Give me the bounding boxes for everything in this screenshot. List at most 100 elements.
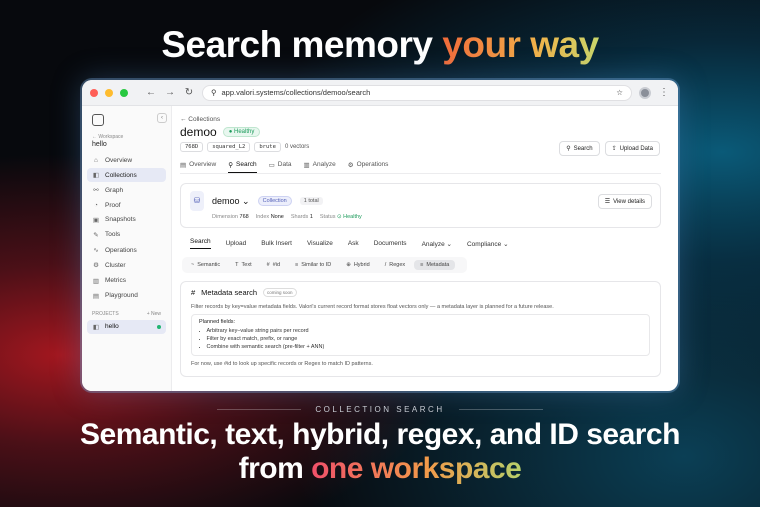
playground-icon: ▤: [92, 292, 100, 300]
sidebar-item-label: Playground: [105, 292, 138, 300]
browser-menu-icon[interactable]: ⋮: [658, 87, 670, 98]
tab-data[interactable]: ▭ Data: [269, 158, 292, 173]
sidebar-item-operations[interactable]: ∿ Operations: [87, 243, 166, 257]
semantic-icon: ~: [191, 262, 195, 268]
project-name: hello: [105, 323, 119, 331]
browser-window: ← → ↻ ⚲ app.valori.systems/collections/d…: [82, 80, 678, 391]
mode-regex[interactable]: / Regex: [379, 260, 411, 270]
tab-search[interactable]: ⚲ Search: [228, 158, 257, 173]
browser-chrome: ← → ↻ ⚲ app.valori.systems/collections/d…: [82, 80, 678, 106]
collection-card-header: ⛁ demoo ⌄ Collection 1 total: [190, 191, 651, 211]
breadcrumb[interactable]: ← Collections: [180, 116, 661, 123]
maximize-window-button[interactable]: [120, 88, 128, 97]
mode-label: Text: [241, 262, 252, 268]
mode-semantic[interactable]: ~ Semantic: [185, 260, 226, 270]
chevron-down-icon: ⌄: [503, 240, 509, 248]
tagline-line1: Semantic, text, hybrid, regex, and ID se…: [80, 418, 680, 451]
meta-value: None: [270, 214, 284, 220]
subtab-label: Analyze: [421, 240, 445, 248]
text-icon: T: [235, 262, 239, 268]
metadata-icon: ≡: [420, 262, 424, 268]
profile-avatar[interactable]: [639, 86, 651, 99]
sidebar-item-label: Proof: [105, 201, 121, 209]
mode-metadata[interactable]: ≡ Metadata: [414, 260, 456, 270]
meta-shards: Shards 1: [291, 214, 313, 220]
sidebar-item-cluster[interactable]: ⚙ Cluster: [87, 258, 166, 272]
minimize-window-button[interactable]: [105, 88, 113, 97]
sidebar: ‹ ← Workspace hello ⌂ Overview ◧ Collectio…: [82, 106, 172, 391]
metadata-title: Metadata search: [201, 288, 258, 297]
mode-text[interactable]: T Text: [229, 260, 257, 270]
sidebar-item-overview[interactable]: ⌂ Overview: [87, 154, 166, 167]
collection-selector[interactable]: demoo ⌄: [212, 196, 250, 207]
workspace-back-link[interactable]: ← Workspace: [92, 134, 166, 140]
tab-overview[interactable]: ▤ Overview: [180, 158, 216, 173]
sidebar-item-proof[interactable]: ◔ Proof: [87, 199, 166, 212]
operations-tab-icon: ⚙: [347, 162, 354, 169]
metric-chip: squared_L2: [207, 142, 251, 152]
mode-hybrid[interactable]: ⊕ Hybrid: [340, 260, 376, 270]
tab-analyze[interactable]: ▥ Analyze: [304, 158, 336, 173]
sidebar-item-label: Tools: [105, 231, 121, 239]
tab-operations[interactable]: ⚙ Operations: [348, 158, 389, 173]
project-item-hello[interactable]: ◧ hello: [87, 319, 166, 334]
headline-highlight: your way: [442, 24, 599, 65]
hybrid-icon: ⊕: [346, 262, 351, 268]
sidebar-item-tools[interactable]: ✎ Tools: [87, 228, 166, 242]
sidebar-item-snapshots[interactable]: ▣ Snapshots: [87, 213, 166, 227]
metadata-description: Filter records by key=value metadata fie…: [191, 304, 554, 310]
status-badge-label: Healthy: [234, 129, 255, 135]
section-label: COLLECTION SEARCH: [315, 405, 445, 414]
site-info-icon[interactable]: ⚲: [211, 88, 217, 97]
mode-id[interactable]: # #id: [261, 260, 286, 270]
search-button[interactable]: ⚲ Search: [559, 141, 600, 156]
subtab-analyze[interactable]: Analyze ⌄: [422, 240, 452, 248]
sidebar-item-collections[interactable]: ◧ Collections: [87, 168, 166, 183]
collapse-sidebar-icon[interactable]: ‹: [157, 113, 167, 123]
sidebar-item-playground[interactable]: ▤ Playground: [87, 289, 166, 303]
sidebar-item-graph[interactable]: ⚯ Graph: [87, 183, 166, 197]
subtab-bulk-insert[interactable]: Bulk Insert: [261, 240, 292, 247]
app-logo-icon[interactable]: [92, 114, 104, 126]
list-icon: ☰: [604, 199, 611, 205]
planned-fields-box: Planned fields: Arbitrary key–value stri…: [191, 314, 650, 356]
close-window-button[interactable]: [90, 88, 98, 97]
meta-label: Dimension: [212, 214, 238, 220]
tab-label: Search: [236, 161, 257, 168]
bookmark-star-icon[interactable]: ☆: [616, 88, 623, 97]
back-arrow-icon[interactable]: ←: [145, 87, 157, 98]
sidebar-item-label: Overview: [105, 157, 133, 164]
sidebar-item-metrics[interactable]: ▥ Metrics: [87, 274, 166, 288]
tab-label: Analyze: [312, 161, 336, 168]
reload-icon[interactable]: ↻: [183, 87, 195, 98]
page-tabs: ▤ Overview ⚲ Search ▭ Data ▥ Analyze ⚙ Operat…: [180, 158, 661, 174]
vector-count: 0 vectors: [284, 144, 310, 150]
search-button-label: Search: [573, 145, 593, 152]
search-mode-bar: ~ Semantic T Text # #id ≡ Similar to ID ⊕ Hyb…: [182, 257, 467, 273]
address-bar[interactable]: ⚲ app.valori.systems/collections/demoo/s…: [202, 84, 632, 101]
total-badge: 1 total: [299, 197, 323, 205]
forward-arrow-icon[interactable]: →: [164, 87, 176, 98]
upload-data-button[interactable]: ⇪ Upload Data: [604, 141, 660, 156]
hash-icon: #: [266, 262, 270, 268]
upload-icon: ⇪: [611, 146, 617, 152]
chevron-down-icon: ⌄: [446, 240, 452, 248]
subtab-visualize[interactable]: Visualize: [307, 240, 333, 247]
tools-icon: ✎: [93, 231, 99, 239]
projects-label: PROJECTS: [92, 310, 119, 317]
title-row: demoo ● Healthy: [180, 125, 661, 139]
collections-icon: ◧: [92, 172, 100, 180]
chevron-down-icon: ⌄: [242, 195, 250, 206]
new-project-button[interactable]: + New: [147, 311, 161, 317]
mode-similar-to-id[interactable]: ≡ Similar to ID: [289, 260, 337, 270]
subtab-documents[interactable]: Documents: [374, 240, 407, 247]
subtab-search[interactable]: Search: [190, 238, 211, 249]
subtab-upload[interactable]: Upload: [226, 240, 247, 247]
view-details-button[interactable]: ☰ View details: [597, 194, 652, 209]
sidebar-item-label: Cluster: [105, 261, 126, 269]
main-content: ← Collections ⚲ Search ⇪ Upload Data demoo…: [172, 106, 678, 391]
proof-icon: ◔: [94, 201, 98, 209]
tab-label: Overview: [189, 161, 217, 168]
subtab-ask[interactable]: Ask: [348, 240, 359, 247]
subtab-compliance[interactable]: Compliance ⌄: [467, 240, 509, 248]
